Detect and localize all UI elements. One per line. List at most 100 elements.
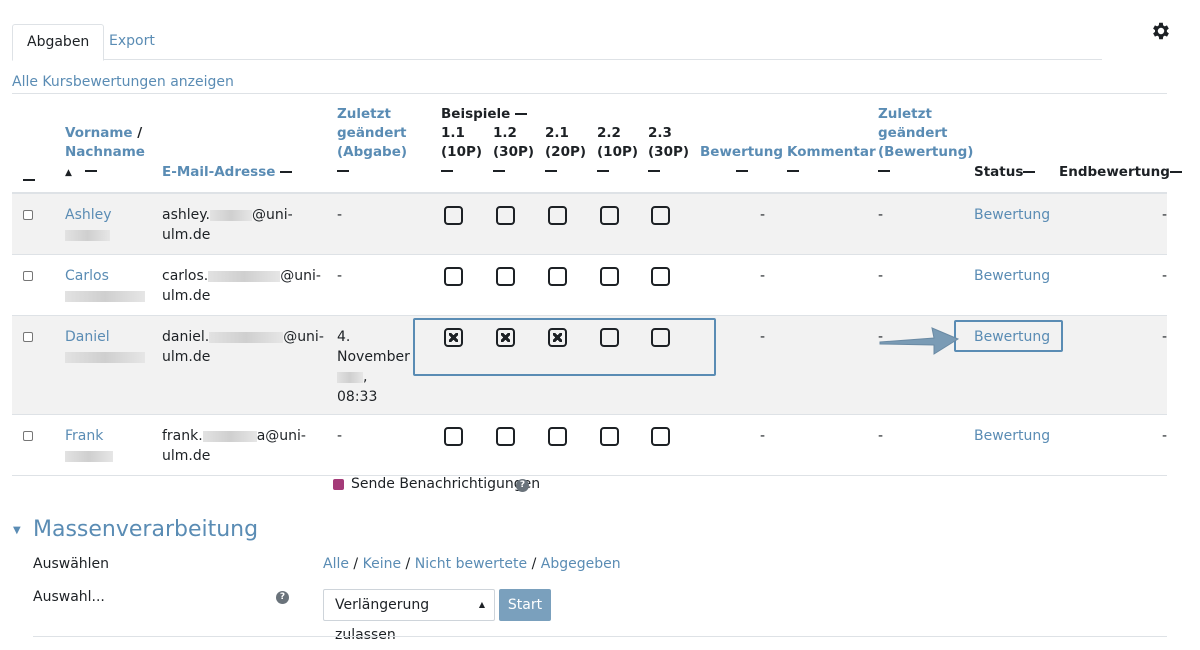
select-links: Alle / Keine / Nicht bewertete / Abgegeb… — [323, 556, 621, 572]
collapse-caret-icon[interactable]: ▼ — [13, 525, 21, 536]
example-checkbox[interactable] — [548, 267, 567, 286]
col-header-status: Status — [974, 163, 1036, 182]
example-checkbox[interactable] — [548, 427, 567, 446]
col-header-grade[interactable]: Bewertung — [700, 143, 783, 181]
redacted-email — [208, 270, 281, 282]
row-select-checkbox[interactable] — [23, 332, 33, 342]
modgrade-line2: geändert — [878, 125, 948, 141]
student-name: Frank — [65, 426, 113, 466]
help-icon[interactable]: ? — [516, 479, 529, 492]
tab-abgaben[interactable]: Abgaben — [12, 24, 105, 61]
example-checkbox[interactable] — [651, 267, 670, 286]
example-checkbox[interactable] — [651, 206, 670, 225]
select-all-toggle[interactable] — [23, 172, 35, 188]
col-header-email[interactable]: E-Mail-Adresse — [162, 163, 293, 182]
select-none-link[interactable]: Keine — [363, 556, 401, 572]
col-header-modified-grade[interactable]: Zuletzt geändert (Bewertung) — [878, 105, 973, 181]
student-email: ashley. @uni- ulm.de — [162, 205, 293, 245]
student-first-name[interactable]: Carlos — [65, 268, 109, 284]
final-grade-value: - — [1162, 207, 1168, 223]
student-email: daniel. @uni- ulm.de — [162, 327, 324, 367]
select-submitted-link[interactable]: Abgegeben — [541, 556, 621, 572]
collapse-status-icon[interactable] — [1023, 170, 1036, 174]
student-first-name[interactable]: Frank — [65, 428, 103, 444]
select-all-link[interactable]: Alle — [323, 556, 349, 572]
redacted-email — [209, 331, 284, 343]
modified-date-line: - — [337, 268, 343, 284]
tab-export[interactable]: Export — [95, 24, 169, 59]
student-first-name[interactable]: Ashley — [65, 207, 112, 223]
bulk-heading[interactable]: Massenverarbeitung — [33, 517, 258, 542]
collapse-name-icon[interactable] — [84, 169, 97, 173]
grade-header-label[interactable]: Bewertung — [700, 144, 783, 160]
collapse-modified-icon[interactable] — [337, 169, 349, 173]
grade-link[interactable]: Bewertung — [974, 266, 1050, 286]
start-button[interactable]: Start — [499, 589, 551, 621]
collapse-comment-icon[interactable] — [787, 169, 799, 173]
example-checkbox[interactable] — [600, 267, 619, 286]
sort-firstname[interactable]: Vorname — [65, 125, 133, 141]
sort-lastname[interactable]: Nachname — [65, 144, 145, 160]
email-suffix: @uni- — [280, 268, 321, 284]
modified-grade-value: - — [878, 428, 884, 444]
modified-date: - — [337, 205, 342, 225]
email-domain: ulm.de — [162, 227, 211, 243]
col-header-final: Endbewertung — [1059, 163, 1182, 182]
example-checkbox[interactable] — [444, 427, 463, 446]
grade-link[interactable]: Bewertung — [974, 426, 1050, 446]
email-header-label[interactable]: E-Mail-Adresse — [162, 164, 275, 180]
arrow-icon — [879, 327, 960, 355]
example-checkbox[interactable] — [496, 267, 515, 286]
email-prefix: ashley. — [162, 207, 210, 223]
col-header-name[interactable]: Vorname / Nachname ▲ — [65, 124, 145, 183]
grade-value: - — [760, 268, 766, 284]
collapse-example-icon[interactable] — [493, 169, 505, 173]
student-first-name[interactable]: Daniel — [65, 329, 110, 345]
student-email: frank. a@uni- ulm.de — [162, 426, 306, 466]
gear-icon[interactable] — [1150, 20, 1172, 42]
action-select[interactable]: Verlängerung zulassen ▲ — [323, 589, 495, 643]
collapse-email-icon[interactable] — [280, 170, 293, 174]
collapse-modgrade-icon[interactable] — [878, 169, 890, 173]
example-checkbox[interactable] — [651, 427, 670, 446]
row-select-checkbox[interactable] — [23, 271, 33, 281]
example-checkbox[interactable] — [600, 206, 619, 225]
collapse-example-icon[interactable] — [545, 169, 557, 173]
student-email: carlos. @uni- ulm.de — [162, 266, 321, 306]
col-header-comment[interactable]: Kommentar — [787, 143, 876, 181]
examples-highlight-box — [413, 318, 716, 376]
example-checkbox[interactable] — [496, 427, 515, 446]
row-select-checkbox[interactable] — [23, 431, 33, 441]
status-header-label: Status — [974, 164, 1024, 180]
bottom-divider — [33, 636, 1167, 637]
collapse-beispiele-icon[interactable] — [515, 112, 528, 116]
example-checkbox[interactable] — [444, 267, 463, 286]
collapse-final-icon[interactable] — [1169, 170, 1182, 174]
grade-value: - — [760, 428, 766, 444]
email-prefix: daniel. — [162, 329, 210, 345]
modified-date: - — [337, 426, 342, 446]
collapse-example-icon[interactable] — [648, 169, 660, 173]
select-arrows-icon: ▲ — [478, 600, 485, 609]
collapse-example-icon[interactable] — [597, 169, 609, 173]
example-checkbox[interactable] — [444, 206, 463, 225]
notify-checkbox[interactable] — [333, 479, 344, 490]
collapse-example-icon[interactable] — [441, 169, 453, 173]
example-checkbox[interactable] — [600, 427, 619, 446]
col-header-beispiele: Beispiele — [441, 105, 528, 124]
example-checkbox[interactable] — [496, 206, 515, 225]
col-header-modified[interactable]: Zuletzt geändert (Abgabe) — [337, 105, 407, 181]
collapse-grade-icon[interactable] — [735, 169, 748, 173]
modified-line2: geändert — [337, 125, 407, 141]
example-checkbox[interactable] — [548, 206, 567, 225]
grade-link[interactable]: Bewertung — [974, 205, 1050, 225]
help-icon[interactable]: ? — [276, 591, 289, 604]
modified-date-line: - — [337, 207, 343, 223]
email-domain: ulm.de — [162, 349, 211, 365]
email-prefix: frank. — [162, 428, 203, 444]
example-num: 2.3 — [648, 125, 672, 141]
comment-header-label[interactable]: Kommentar — [787, 144, 876, 160]
select-ungraded-link[interactable]: Nicht bewertete — [415, 556, 527, 572]
all-grades-link[interactable]: Alle Kursbewertungen anzeigen — [12, 74, 234, 90]
row-select-checkbox[interactable] — [23, 210, 33, 220]
